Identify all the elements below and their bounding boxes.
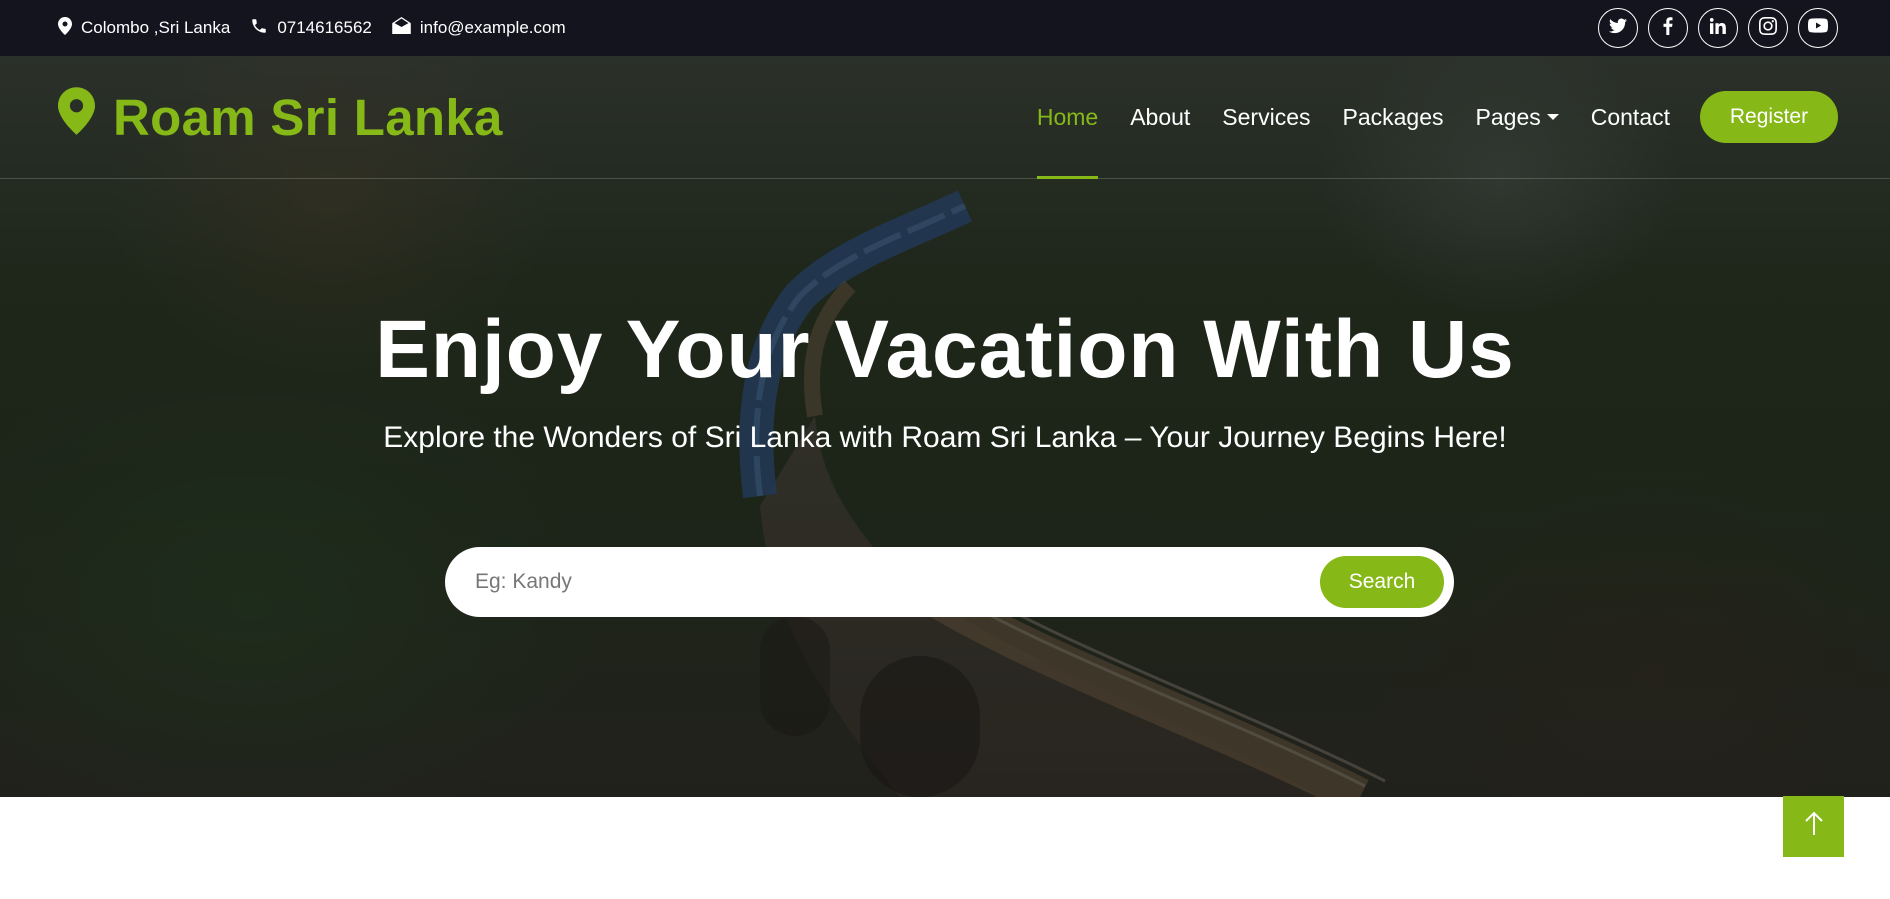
phone-text: 0714616562 — [277, 18, 372, 37]
hero-title: Enjoy Your Vacation With Us — [375, 304, 1515, 395]
navbar: Roam Sri Lanka Home About Services Packa… — [0, 56, 1890, 179]
phone-info[interactable]: 0714616562 — [250, 17, 372, 40]
contact-info: Colombo ,Sri Lanka 0714616562 info@examp… — [58, 16, 566, 40]
back-to-top-button[interactable] — [1783, 796, 1844, 857]
nav-about[interactable]: About — [1130, 56, 1190, 179]
nav-packages[interactable]: Packages — [1343, 56, 1444, 179]
youtube-link[interactable] — [1798, 8, 1838, 48]
social-links — [1598, 8, 1838, 48]
nav-contact[interactable]: Contact — [1591, 56, 1670, 179]
caret-down-icon — [1546, 114, 1559, 120]
nav-pages-dropdown[interactable]: Pages — [1476, 56, 1559, 179]
instagram-link[interactable] — [1748, 8, 1788, 48]
facebook-link[interactable] — [1648, 8, 1688, 48]
nav-home[interactable]: Home — [1036, 56, 1099, 179]
linkedin-icon — [1709, 17, 1726, 39]
brand-logo[interactable]: Roam Sri Lanka — [58, 86, 503, 148]
search-input[interactable] — [475, 570, 1295, 594]
phone-icon — [250, 17, 268, 40]
instagram-icon — [1759, 16, 1777, 40]
twitter-link[interactable] — [1598, 8, 1638, 48]
envelope-open-icon — [392, 17, 411, 39]
twitter-icon — [1609, 18, 1627, 39]
youtube-icon — [1808, 18, 1828, 38]
email-text: info@example.com — [419, 18, 566, 37]
location-info: Colombo ,Sri Lanka — [58, 16, 231, 40]
top-bar: Colombo ,Sri Lanka 0714616562 info@examp… — [0, 0, 1890, 56]
map-marker-icon — [58, 16, 72, 40]
location-text: Colombo ,Sri Lanka — [81, 18, 231, 37]
nav-pages-label: Pages — [1475, 103, 1541, 130]
map-marker-icon — [58, 86, 95, 148]
register-button[interactable]: Register — [1700, 91, 1838, 143]
email-info[interactable]: info@example.com — [392, 17, 566, 39]
facebook-icon — [1663, 16, 1673, 40]
linkedin-link[interactable] — [1698, 8, 1738, 48]
search-bar: Search — [445, 547, 1454, 617]
nav-services[interactable]: Services — [1222, 56, 1310, 179]
search-button[interactable]: Search — [1320, 556, 1444, 608]
brand-name: Roam Sri Lanka — [113, 88, 503, 146]
main-nav: Home About Services Packages Pages Conta… — [1036, 56, 1838, 179]
arrow-up-icon — [1804, 811, 1824, 842]
hero-section: Roam Sri Lanka Home About Services Packa… — [0, 56, 1890, 797]
hero-subtitle: Explore the Wonders of Sri Lanka with Ro… — [383, 421, 1507, 454]
